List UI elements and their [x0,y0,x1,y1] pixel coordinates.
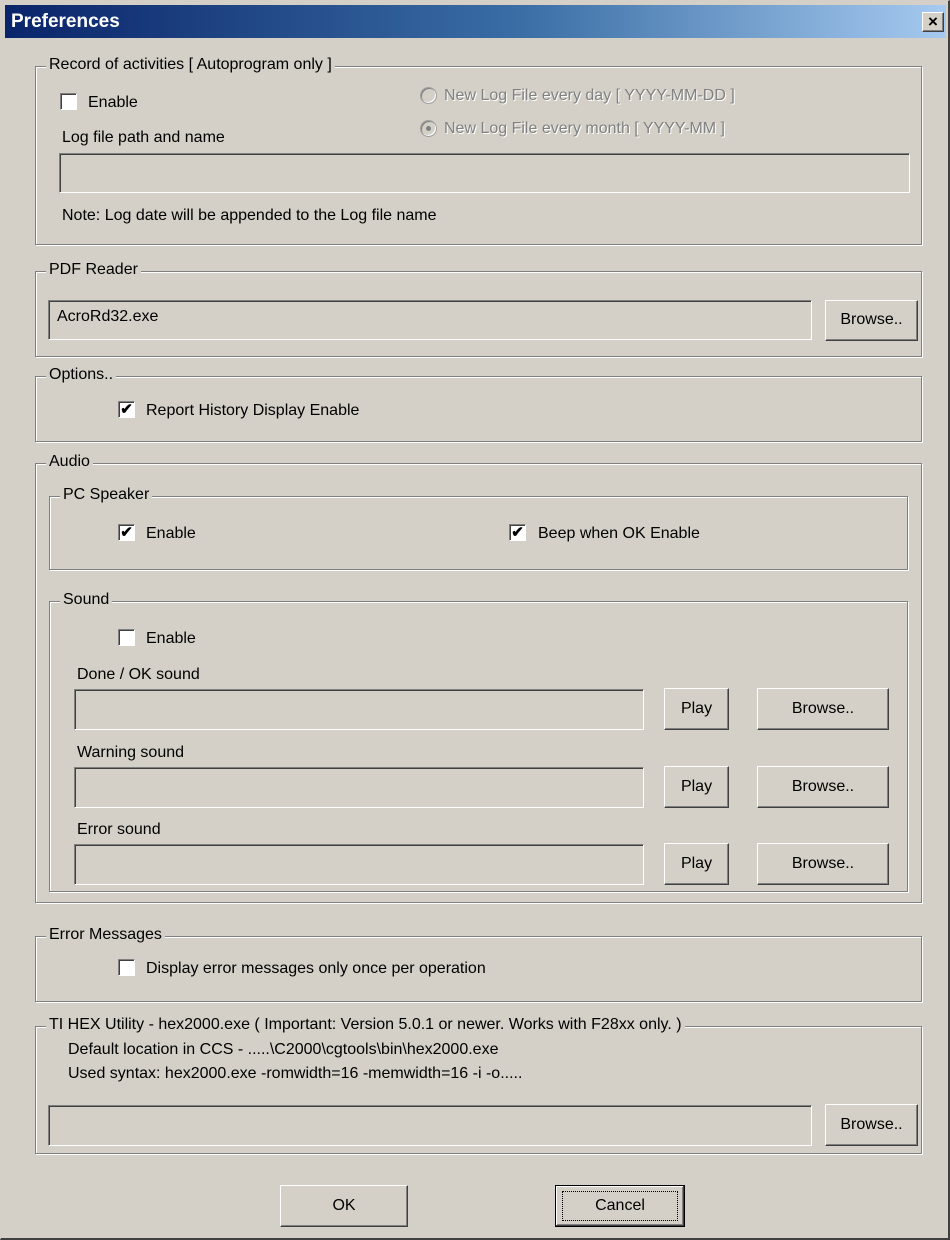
error-sound-field[interactable] [74,844,644,885]
close-icon[interactable]: × [922,12,944,32]
ok-button[interactable]: OK [280,1185,408,1227]
pc-speaker-enable-checkbox[interactable]: ✔ [118,524,135,541]
pc-speaker-legend: PC Speaker [60,486,153,504]
warning-sound-browse-button[interactable]: Browse.. [757,766,889,808]
warning-sound-label: Warning sound [77,744,185,761]
beep-ok-label: Beep when OK Enable [538,525,700,542]
pdf-reader-legend: PDF Reader [46,261,141,279]
checkmark-icon: ✔ [511,524,524,541]
done-sound-field[interactable] [74,689,644,730]
hex-syntax-text: Used syntax: hex2000.exe -romwidth=16 -m… [68,1065,523,1082]
done-sound-browse-button[interactable]: Browse.. [757,688,889,730]
error-sound-browse-button[interactable]: Browse.. [757,843,889,885]
error-messages-legend: Error Messages [46,926,165,944]
preferences-dialog: Preferences × Record of activities [ Aut… [0,0,950,1240]
checkmark-icon: ✔ [120,401,133,418]
dialog-title: Preferences [11,11,120,32]
focus-ring [562,1191,678,1221]
done-sound-label: Done / OK sound [77,666,200,683]
pdf-browse-button[interactable]: Browse.. [825,300,918,341]
record-enable-label: Enable [88,94,138,111]
report-history-label: Report History Display Enable [146,402,360,419]
warning-sound-play-button[interactable]: Play [664,766,729,808]
options-legend: Options.. [46,366,117,384]
log-every-day-label: New Log File every day [ YYYY-MM-DD ] [444,87,735,104]
log-path-label: Log file path and name [62,129,225,146]
hex-utility-legend: TI HEX Utility - hex2000.exe ( Important… [46,1016,685,1034]
record-activities-legend: Record of activities [ Autoprogram only … [46,56,335,74]
hex-path-field[interactable] [48,1105,812,1146]
beep-ok-checkbox[interactable]: ✔ [509,524,526,541]
error-sound-label: Error sound [77,821,161,838]
checkmark-icon: ✔ [120,524,133,541]
report-history-checkbox[interactable]: ✔ [118,401,135,418]
errors-once-label: Display error messages only once per ope… [146,960,486,977]
log-path-field[interactable] [59,153,910,193]
log-note-text: Note: Log date will be appended to the L… [62,207,437,224]
radio-selected-dot [426,126,431,131]
sound-legend: Sound [60,591,113,609]
cancel-button[interactable]: Cancel [555,1185,685,1227]
errors-once-checkbox[interactable] [118,959,135,976]
audio-legend: Audio [46,453,93,471]
sound-enable-label: Enable [146,630,196,647]
pc-speaker-enable-label: Enable [146,525,196,542]
warning-sound-field[interactable] [74,767,644,808]
error-sound-play-button[interactable]: Play [664,843,729,885]
log-every-month-label: New Log File every month [ YYYY-MM ] [444,120,725,137]
log-every-month-radio[interactable] [420,120,437,137]
hex-default-location-text: Default location in CCS - .....\C2000\cg… [68,1041,499,1058]
log-every-day-radio[interactable] [420,87,437,104]
pdf-reader-path-field[interactable]: AcroRd32.exe [48,300,812,340]
record-enable-checkbox[interactable] [60,93,77,110]
title-bar: Preferences × [5,5,946,38]
done-sound-play-button[interactable]: Play [664,688,729,730]
hex-browse-button[interactable]: Browse.. [825,1104,918,1146]
sound-enable-checkbox[interactable] [118,629,135,646]
